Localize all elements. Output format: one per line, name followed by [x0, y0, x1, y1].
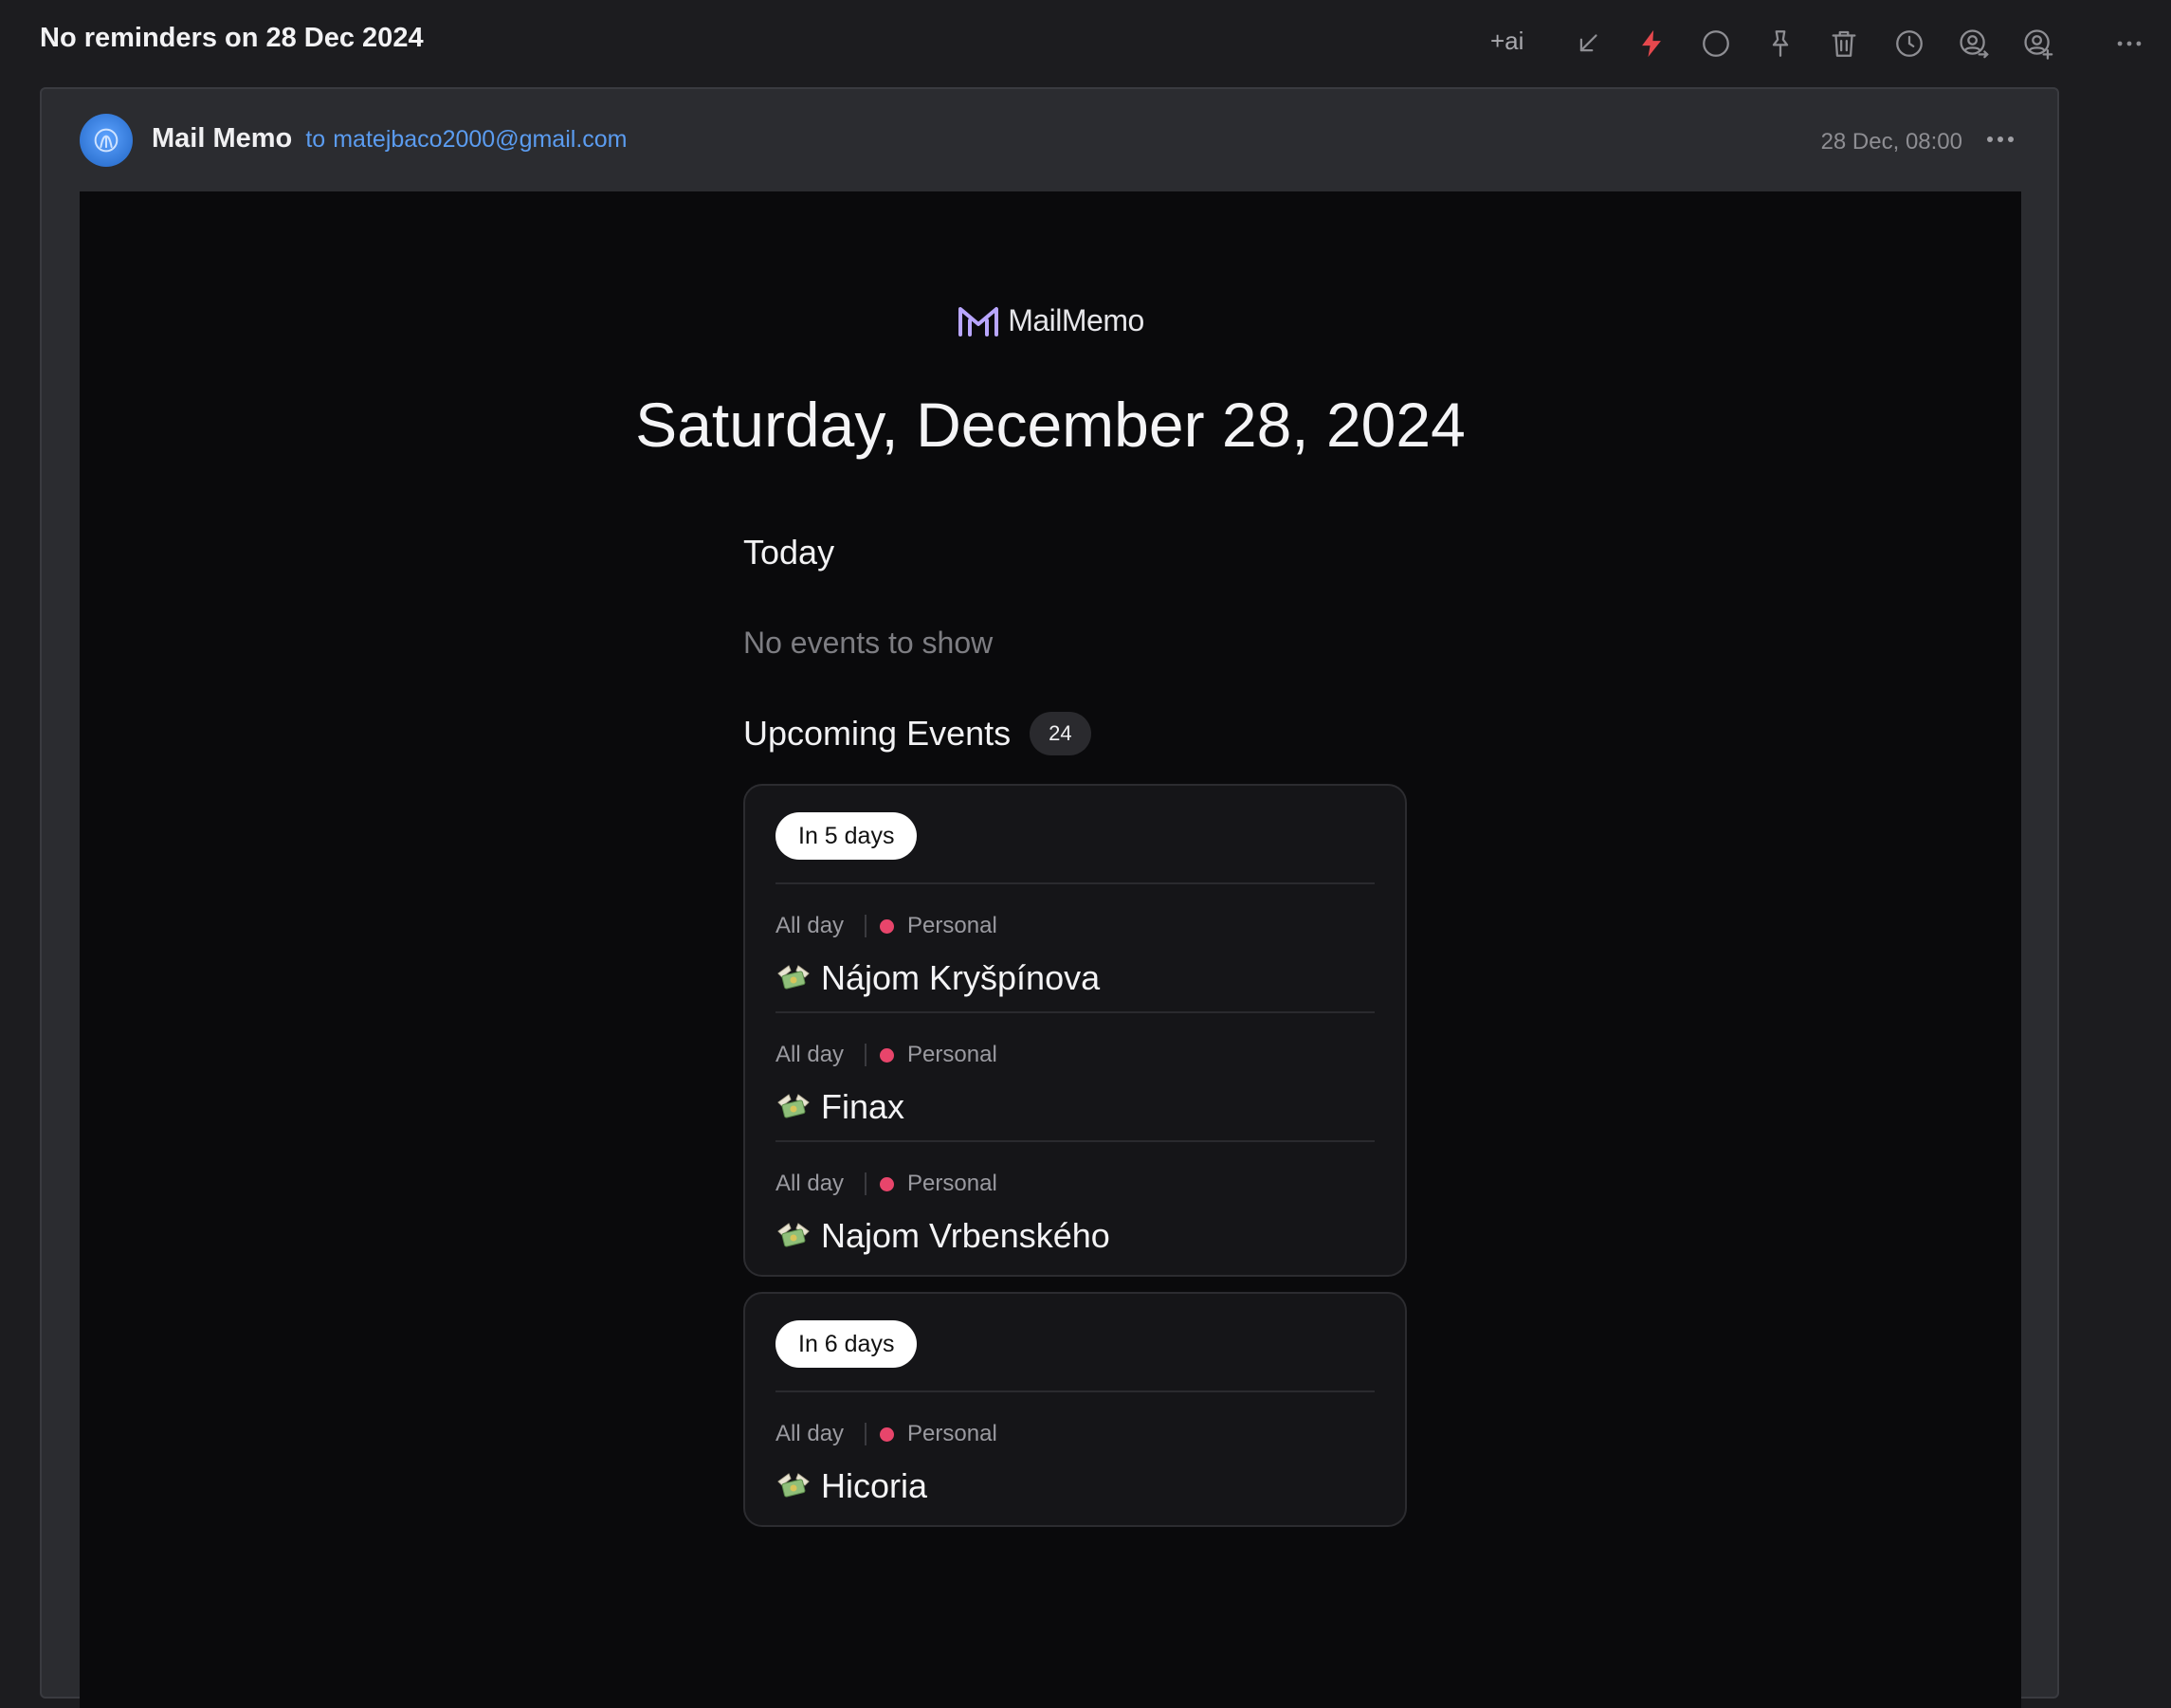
money-wings-icon — [777, 1223, 810, 1247]
event-title-row: Finax — [775, 1087, 1375, 1127]
relative-day-pill: In 6 days — [775, 1320, 918, 1368]
event-item[interactable]: All day Personal Nájom Kryšpínova — [775, 882, 1375, 1011]
event-time: All day — [775, 1421, 845, 1446]
today-heading: Today — [743, 533, 835, 572]
event-title-row: Nájom Kryšpínova — [775, 958, 1375, 998]
calendar-color-dot — [880, 1047, 895, 1063]
brand-header: MailMemo — [80, 303, 2021, 338]
sender-name[interactable]: Mail Memo — [152, 123, 292, 154]
mailmemo-logo-icon — [957, 305, 1000, 337]
event-title: Nájom Kryšpínova — [821, 958, 1101, 997]
brand-name: MailMemo — [1008, 303, 1144, 337]
money-wings-icon — [777, 1473, 810, 1498]
event-calendar: Personal — [907, 1421, 997, 1446]
upcoming-heading: Upcoming Events — [743, 714, 1012, 753]
event-time: All day — [775, 1171, 845, 1196]
message-card: Mail Memo to matejbaco2000@gmail.com 28 … — [40, 87, 2059, 1708]
collapse-arrow-icon[interactable] — [1569, 25, 1607, 63]
lightning-icon[interactable] — [1633, 25, 1670, 63]
meta-divider — [865, 1172, 867, 1195]
event-calendar: Personal — [907, 1042, 997, 1067]
contact-forward-icon[interactable] — [1955, 25, 1993, 63]
event-title-row: Najom Vrbenského — [775, 1216, 1375, 1256]
event-meta: All day Personal — [775, 1421, 1375, 1447]
events-column: Today No events to show Upcoming Events … — [743, 533, 1407, 1527]
calendar-color-dot — [880, 1176, 895, 1191]
event-item[interactable]: All day Personal Najom Vrbenského — [775, 1140, 1375, 1269]
event-group: In 6 days All day Personal Hicoria — [743, 1292, 1407, 1527]
event-meta: All day Personal — [775, 913, 1375, 939]
clock-icon[interactable] — [1890, 25, 1928, 63]
message-date: 28 Dec, 08:00 — [1820, 129, 1962, 154]
calendar-color-dot — [880, 1426, 895, 1442]
event-title: Hicoria — [821, 1466, 928, 1505]
event-meta: All day Personal — [775, 1171, 1375, 1197]
event-title-row: Hicoria — [775, 1466, 1375, 1506]
more-dots-icon — [1987, 136, 2014, 142]
event-calendar: Personal — [907, 1171, 997, 1196]
no-events-text: No events to show — [743, 626, 994, 660]
event-meta: All day Personal — [775, 1042, 1375, 1068]
calendar-color-dot — [880, 918, 895, 934]
thread-subject: No reminders on 28 Dec 2024 — [40, 23, 424, 53]
meta-divider — [865, 915, 867, 937]
event-item[interactable]: All day Personal Hicoria — [775, 1390, 1375, 1519]
meta-divider — [865, 1423, 867, 1445]
money-wings-icon — [777, 1094, 810, 1118]
mailmemo-avatar-icon — [94, 128, 119, 153]
event-title: Finax — [821, 1087, 905, 1126]
recipient-prefix: to — [305, 126, 326, 153]
event-calendar: Personal — [907, 913, 997, 938]
pin-icon[interactable] — [1761, 25, 1799, 63]
more-options-icon[interactable] — [2110, 25, 2148, 63]
event-title: Najom Vrbenského — [821, 1216, 1110, 1255]
event-item[interactable]: All day Personal Finax — [775, 1011, 1375, 1140]
recipient-email[interactable]: matejbaco2000@gmail.com — [333, 126, 627, 153]
ai-button[interactable]: +ai — [1490, 27, 1523, 56]
meta-divider — [865, 1044, 867, 1066]
mark-done-circle-icon[interactable] — [1697, 25, 1735, 63]
message-more-button[interactable] — [1983, 125, 2017, 154]
email-body: MailMemo Saturday, December 28, 2024 Tod… — [80, 191, 2021, 1708]
top-bar: No reminders on 28 Dec 2024 +ai — [0, 0, 2171, 87]
event-time: All day — [775, 913, 845, 938]
money-wings-icon — [777, 965, 810, 990]
sender-line: Mail Memo to matejbaco2000@gmail.com — [152, 123, 628, 154]
date-heading: Saturday, December 28, 2024 — [635, 390, 1466, 460]
sender-avatar[interactable] — [80, 114, 133, 167]
relative-day-pill: In 5 days — [775, 812, 918, 860]
event-group: In 5 days All day Personal Nájom Kryšpín… — [743, 784, 1407, 1277]
event-time: All day — [775, 1042, 845, 1067]
upcoming-header: Upcoming Events 24 — [743, 712, 1407, 755]
trash-icon[interactable] — [1825, 25, 1863, 63]
upcoming-count-badge: 24 — [1030, 712, 1091, 755]
contact-add-icon[interactable] — [2019, 25, 2057, 63]
